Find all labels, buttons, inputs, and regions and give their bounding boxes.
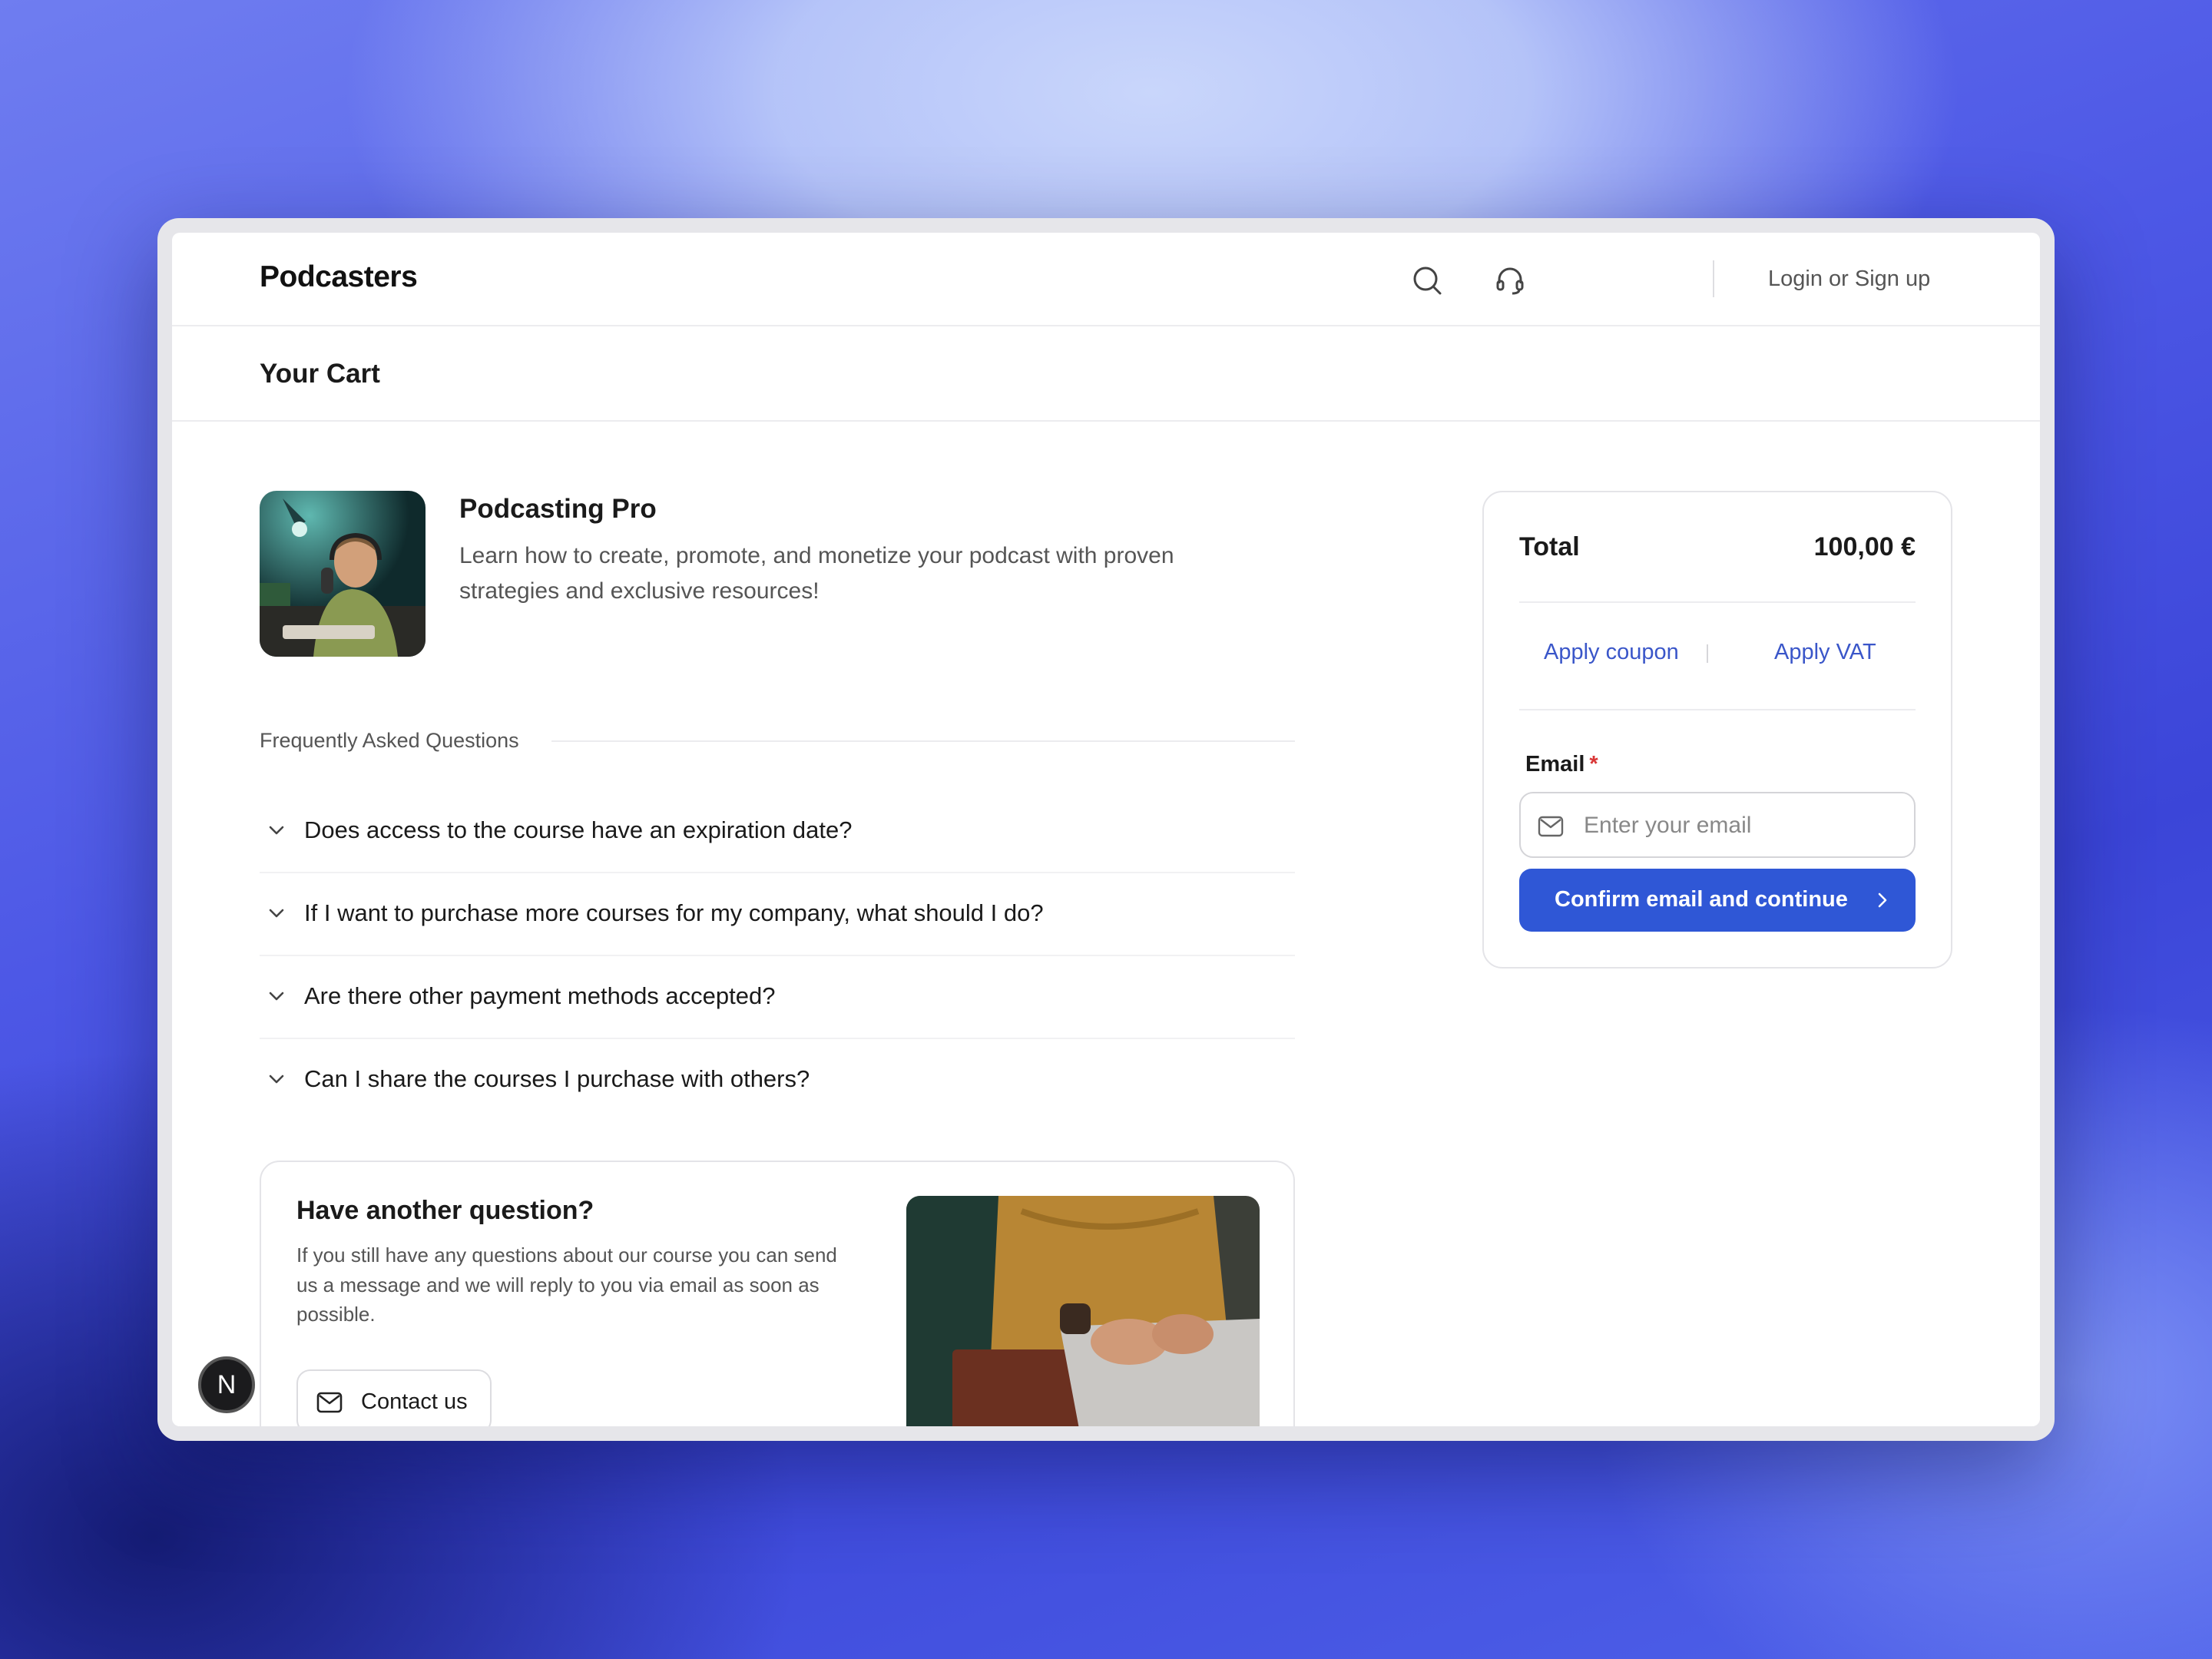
apply-vat-link[interactable]: Apply VAT: [1774, 640, 1876, 665]
help-card-image: [906, 1196, 1260, 1426]
help-card-text: If you still have any questions about ou…: [296, 1243, 837, 1326]
product-title: Podcasting Pro: [459, 494, 657, 524]
page-title: Your Cart: [260, 359, 380, 389]
chevron-down-icon: [269, 1075, 284, 1084]
chevron-down-icon: [269, 909, 284, 918]
mail-icon: [1538, 816, 1564, 837]
chevron-right-icon: [1878, 892, 1887, 908]
contact-us-label: Contact us: [361, 1389, 468, 1414]
faq-question: If I want to purchase more courses for m…: [304, 899, 1044, 926]
faq-heading: Frequently Asked Questions: [260, 729, 519, 752]
faq-item[interactable]: If I want to purchase more courses for m…: [260, 873, 1295, 956]
product-thumbnail: [260, 491, 426, 657]
total-amount: 100,00 €: [1813, 532, 1916, 561]
email-label-text: Email: [1525, 752, 1585, 777]
faq-item[interactable]: Does access to the course have an expira…: [260, 790, 1295, 873]
site-header: Podcasters Login or Sign up: [172, 233, 2040, 326]
apply-coupon-link[interactable]: Apply coupon: [1544, 640, 1679, 665]
link-separator: [1707, 644, 1708, 663]
header-divider: [1713, 260, 1714, 297]
email-input[interactable]: [1582, 804, 1900, 847]
summary-divider: [1519, 601, 1916, 603]
faq-item[interactable]: Can I share the courses I purchase with …: [260, 1039, 1295, 1122]
brand-logo[interactable]: Podcasters: [260, 260, 418, 294]
chevron-down-icon: [269, 992, 284, 1001]
email-label: Email *: [1525, 752, 1598, 777]
order-summary: Total 100,00 € Apply coupon Apply VAT Em…: [1482, 491, 1952, 969]
headset-icon[interactable]: [1493, 263, 1527, 297]
help-card-title: Have another question?: [296, 1196, 594, 1225]
help-card: Have another question? If you still have…: [260, 1161, 1295, 1426]
faq-question: Does access to the course have an expira…: [304, 816, 853, 843]
chevron-down-icon: [269, 826, 284, 835]
app-window: Podcasters Login or Sign up Your Cart Po…: [172, 233, 2040, 1426]
faq-item[interactable]: Are there other payment methods accepted…: [260, 956, 1295, 1039]
confirm-email-button[interactable]: Confirm email and continue: [1519, 869, 1916, 932]
email-field[interactable]: [1519, 792, 1916, 858]
search-icon[interactable]: [1410, 263, 1444, 297]
mail-icon: [316, 1392, 343, 1413]
product-description: Learn how to create, promote, and moneti…: [459, 543, 1174, 604]
dev-tools-badge[interactable]: N: [198, 1356, 255, 1413]
contact-us-button[interactable]: Contact us: [296, 1369, 492, 1426]
login-signup-link[interactable]: Login or Sign up: [1768, 267, 1930, 292]
page-header: Your Cart: [172, 326, 2040, 422]
total-label: Total: [1519, 532, 1580, 561]
faq-question: Can I share the courses I purchase with …: [304, 1065, 810, 1092]
faq-heading-divider: [551, 740, 1295, 742]
summary-divider: [1519, 709, 1916, 710]
required-mark: *: [1589, 752, 1598, 777]
confirm-email-label: Confirm email and continue: [1555, 887, 1848, 912]
faq-question: Are there other payment methods accepted…: [304, 982, 776, 1009]
